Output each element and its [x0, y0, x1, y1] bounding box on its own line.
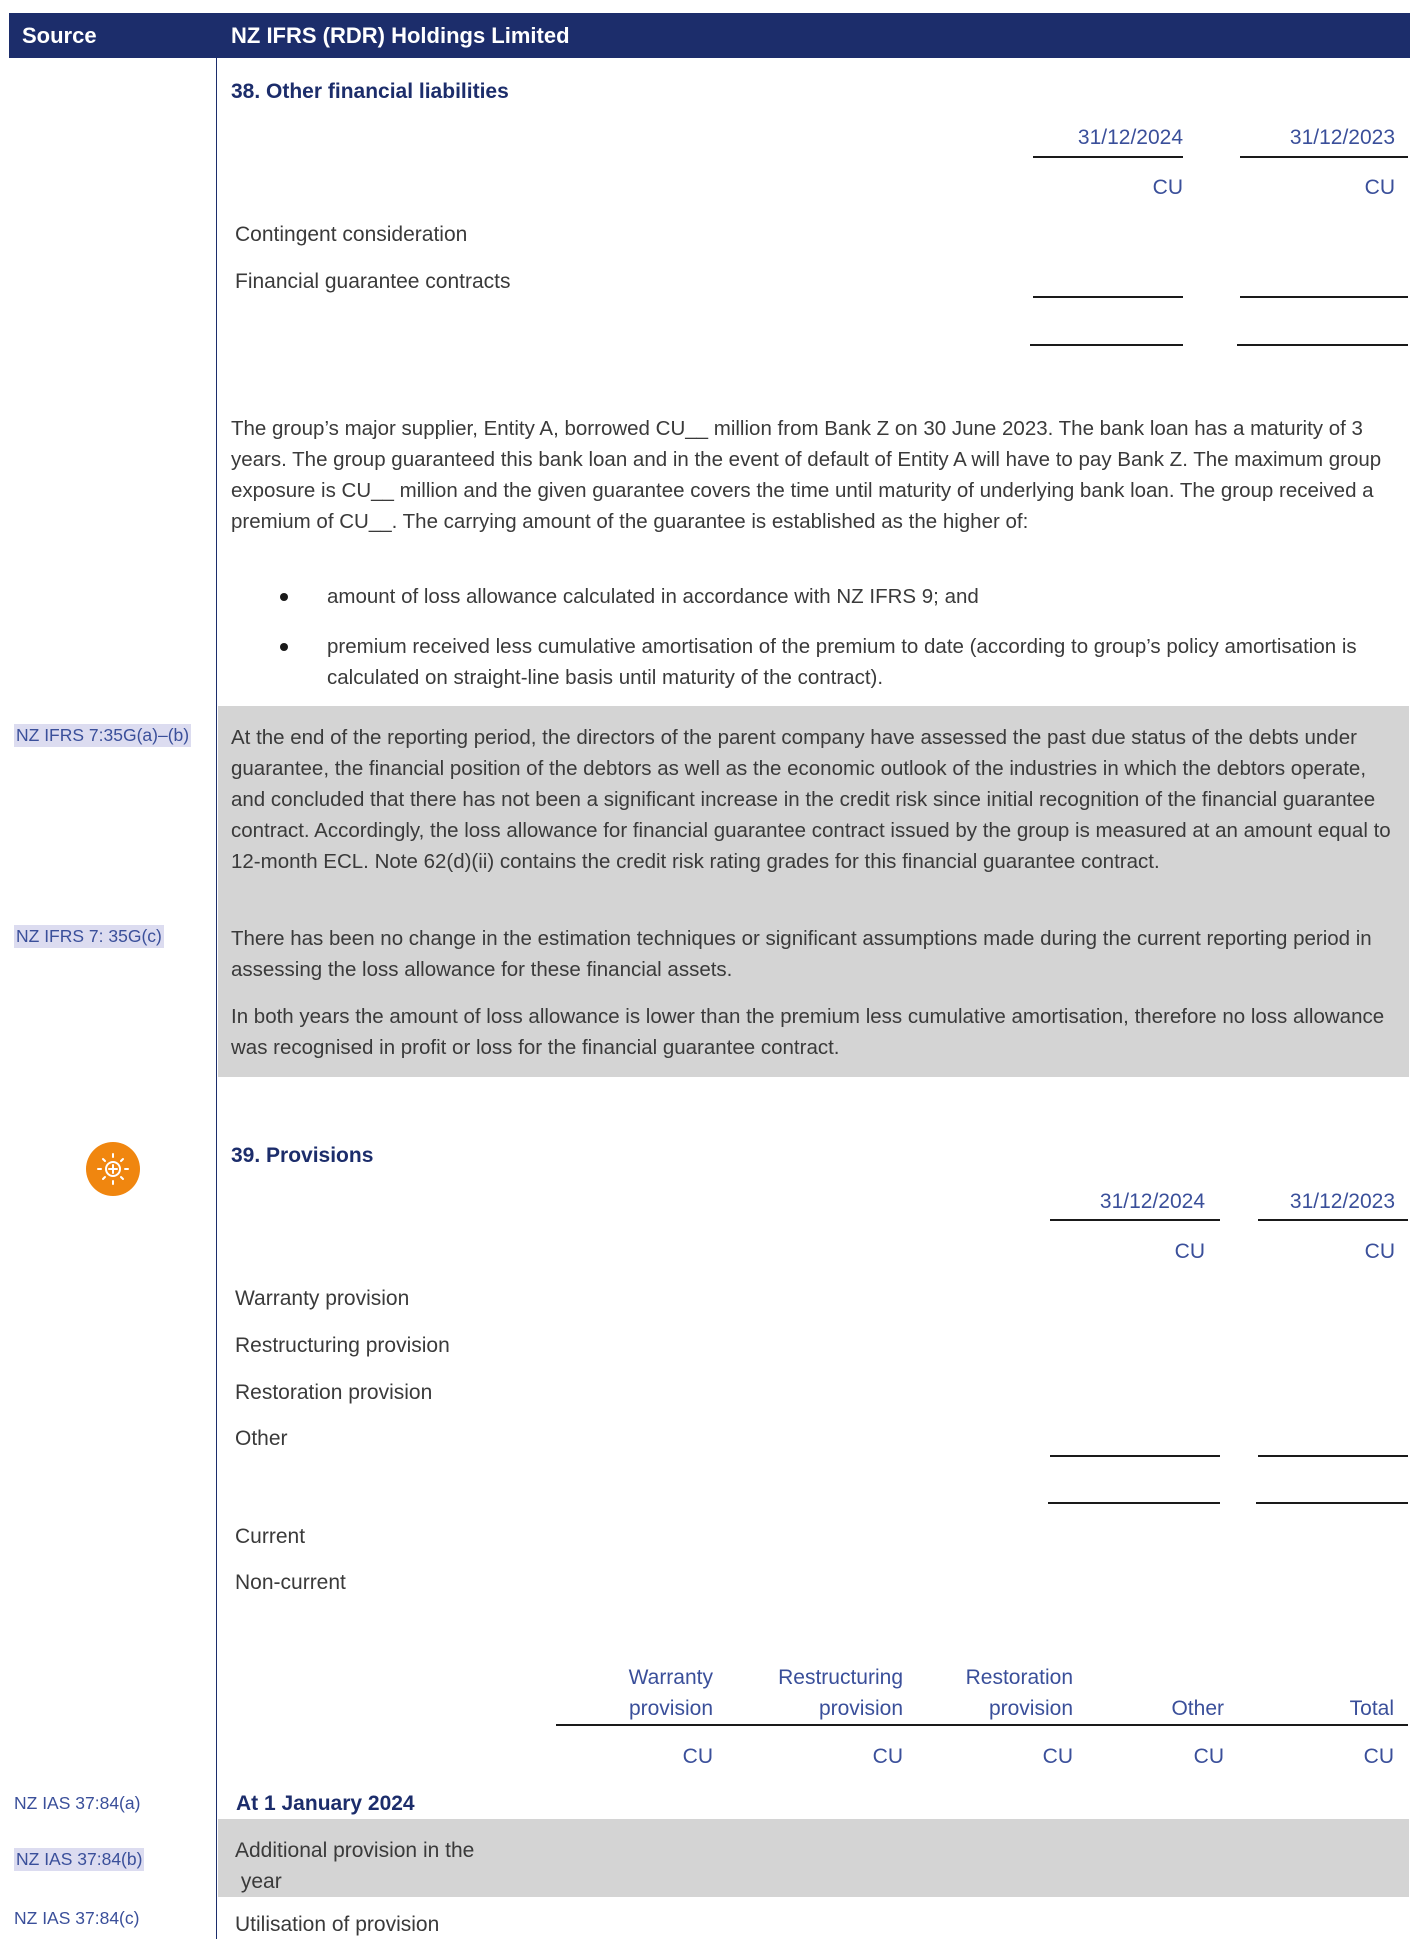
lightbulb-icon	[86, 1142, 140, 1196]
row-label: Non-current	[235, 1571, 346, 1594]
source-reference: NZ IFRS 7:35G(a)–(b)	[14, 724, 192, 747]
unit-label: CU	[1193, 1745, 1224, 1768]
entity-column-label: NZ IFRS (RDR) Holdings Limited	[231, 23, 570, 48]
source-reference: NZ IAS 37:84(c)	[14, 1908, 140, 1928]
header-rule	[1258, 1219, 1408, 1221]
row-label: Current	[235, 1525, 306, 1548]
total-rule	[1030, 344, 1183, 346]
header-rule	[1240, 156, 1408, 158]
bullet-item: amount of loss allowance calculated in a…	[327, 585, 979, 608]
row-label: Restoration provision	[235, 1381, 433, 1404]
row-label: Other	[235, 1427, 288, 1450]
movement-col-header: provision	[988, 1697, 1073, 1720]
movement-row-label: Utilisation of provision	[235, 1913, 440, 1936]
note-39-title: 39. Provisions	[231, 1144, 374, 1167]
note-38-col-2023: 31/12/2023	[1289, 126, 1395, 149]
unit-label: CU	[1364, 1240, 1395, 1263]
unit-label: CU	[1174, 1240, 1205, 1263]
table-header-bar: Source NZ IFRS (RDR) Holdings Limited	[9, 13, 1410, 58]
movement-header-rule	[556, 1724, 1408, 1726]
subtotal-rule	[1258, 1455, 1408, 1457]
movement-col-header: Other	[1171, 1697, 1224, 1720]
source-reference: NZ IAS 37:84(a)	[14, 1793, 141, 1813]
column-divider	[216, 58, 217, 1939]
header-rule	[1033, 156, 1183, 158]
note-38-title: 38. Other financial liabilities	[231, 80, 509, 103]
note-39-col-2023: 31/12/2023	[1289, 1190, 1395, 1213]
unit-label: CU	[1042, 1745, 1073, 1768]
movement-row-label: year	[235, 1870, 282, 1893]
movement-col-header: provision	[628, 1697, 713, 1720]
unit-label: CU	[1363, 1745, 1394, 1768]
bullet-dot	[280, 643, 288, 651]
row-label: Financial guarantee contracts	[235, 270, 511, 293]
grey-paragraph: There has been no change in the estimati…	[231, 927, 1372, 981]
total-rule	[1256, 1502, 1408, 1504]
unit-label: CU	[872, 1745, 903, 1768]
source-reference: NZ IFRS 7: 35G(c)	[14, 925, 164, 948]
subtotal-rule	[1050, 1455, 1220, 1457]
note-38-col-2024: 31/12/2024	[1077, 126, 1183, 149]
subtotal-rule	[1240, 296, 1408, 298]
unit-label: CU	[1152, 176, 1183, 199]
bullet-dot	[280, 593, 288, 601]
source-column-label: Source	[22, 23, 97, 48]
grey-paragraph: In both years the amount of loss allowan…	[231, 1005, 1385, 1059]
movement-col-header: Warranty	[628, 1666, 713, 1689]
subtotal-rule	[1033, 296, 1183, 298]
movement-row-label: Additional provision in the	[235, 1839, 475, 1862]
row-label: Warranty provision	[235, 1287, 410, 1310]
movement-col-header: Restructuring	[778, 1666, 903, 1689]
movement-col-header: provision	[818, 1697, 903, 1720]
source-reference: NZ IAS 37:84(b)	[14, 1848, 145, 1871]
unit-label: CU	[1364, 176, 1395, 199]
row-label: Contingent consideration	[235, 223, 468, 246]
unit-label: CU	[682, 1745, 713, 1768]
grey-paragraph: At the end of the reporting period, the …	[231, 726, 1391, 873]
movement-col-header: Restoration	[965, 1666, 1073, 1689]
note-39-col-2024: 31/12/2024	[1099, 1190, 1205, 1213]
header-rule	[1050, 1219, 1220, 1221]
bullet-item: premium received less cumulative amortis…	[327, 635, 1357, 689]
movement-row-label: At 1 January 2024	[236, 1792, 415, 1815]
total-rule	[1048, 1502, 1220, 1504]
row-label: Restructuring provision	[235, 1334, 450, 1357]
movement-col-header: Total	[1349, 1697, 1394, 1720]
total-rule	[1237, 344, 1408, 346]
guarantee-paragraph: The group’s major supplier, Entity A, bo…	[231, 417, 1382, 533]
